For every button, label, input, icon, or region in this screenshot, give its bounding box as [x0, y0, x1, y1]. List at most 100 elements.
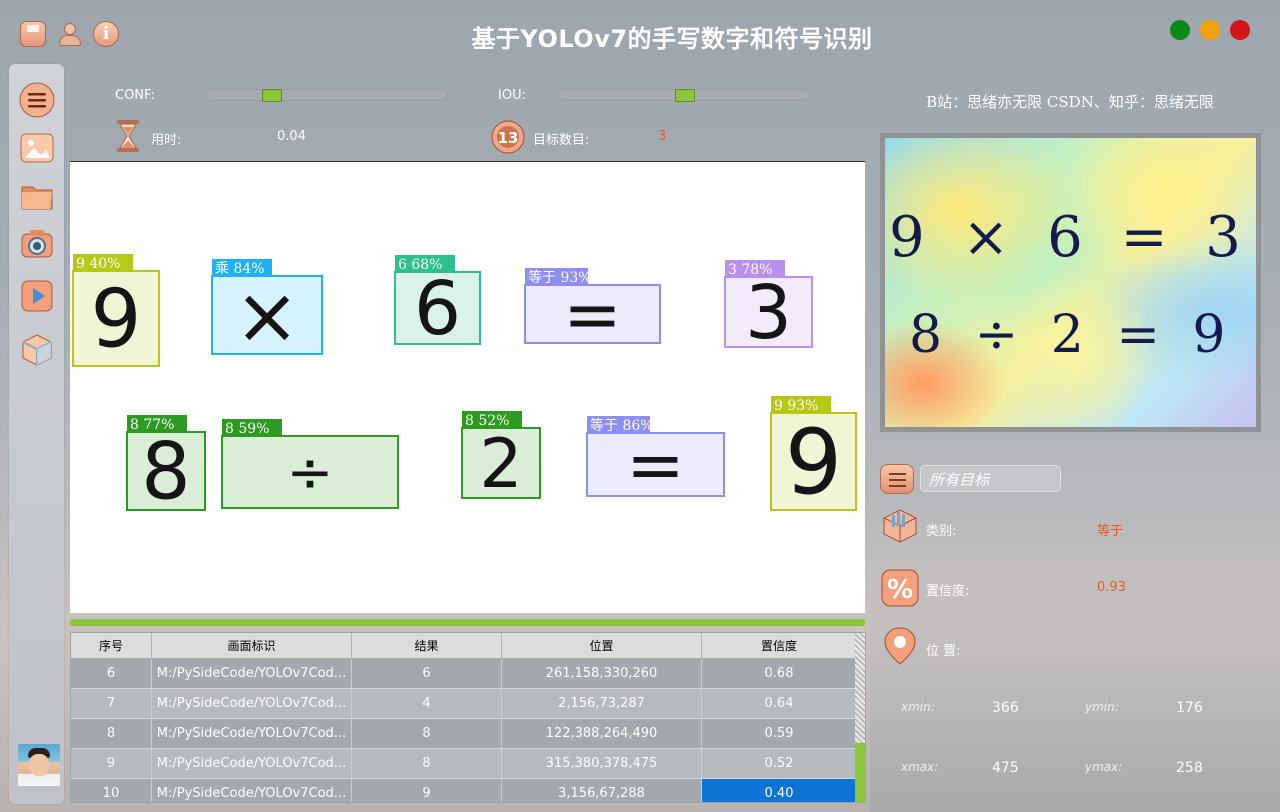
column-header[interactable]: 结果	[352, 633, 502, 658]
ymin-value: 176	[1176, 700, 1203, 716]
percent-icon: %	[880, 568, 920, 608]
conf-label: CONF:	[115, 88, 155, 103]
handwritten-symbol: 9	[91, 273, 142, 366]
table-cell[interactable]: 3,156,67,288	[502, 779, 702, 802]
detection-box: 等于 93%=	[524, 268, 661, 356]
position-label: 位 置:	[926, 644, 961, 659]
table-scrollbar[interactable]	[855, 633, 865, 802]
detection-box: 9 93%9	[770, 396, 857, 515]
handwritten-symbol: 6	[414, 266, 461, 352]
avatar[interactable]	[18, 744, 60, 786]
table-cell[interactable]: 122,388,264,490	[502, 719, 702, 748]
detection-box: 8 52%2	[461, 411, 541, 504]
author-credit: B站：思绪亦无限 CSDN、知乎：思绪无限	[926, 93, 1214, 111]
table-cell[interactable]: M:/PySideCode/YOLOv7Cod...	[152, 779, 352, 802]
table-row[interactable]: 10 M:/PySideCode/YOLOv7Cod... 9 3,156,67,28…	[71, 779, 857, 802]
table-cell[interactable]: 8	[352, 749, 502, 778]
heatmap-preview: 9 × 6 = 3 8 ÷ 2 = 9	[880, 133, 1261, 432]
column-header[interactable]: 序号	[71, 633, 152, 658]
handwritten-symbol: ×	[234, 271, 299, 361]
table-cell[interactable]: 0.59	[702, 719, 857, 748]
detection-box: 8 77%8	[126, 415, 206, 517]
detection-box: 3 78%3	[724, 260, 813, 356]
table-header: 序号 画面标识 结果 位置 置信度	[71, 633, 857, 659]
table-cell[interactable]: 7	[71, 689, 152, 718]
detection-box: 6 68%6	[394, 255, 481, 352]
results-table: 序号 画面标识 结果 位置 置信度 6 M:/PySideCode/YOLOv7C…	[70, 632, 866, 803]
scrollbar-thumb[interactable]	[855, 743, 865, 802]
handwritten-symbol: ÷	[287, 441, 334, 506]
table-cell[interactable]: 315,380,378,475	[502, 749, 702, 778]
category-label: 类别:	[926, 524, 957, 539]
xmax-label: xmax:	[901, 760, 939, 774]
table-cell[interactable]: 6	[352, 659, 502, 688]
minimize-button[interactable]	[1170, 20, 1190, 40]
table-cell[interactable]: 10	[71, 779, 152, 802]
table-cell[interactable]: 261,158,330,260	[502, 659, 702, 688]
heatmap-row-1: 9 × 6 = 3	[889, 205, 1251, 270]
table-cell[interactable]: M:/PySideCode/YOLOv7Cod...	[152, 659, 352, 688]
xmax-value: 475	[992, 760, 1019, 776]
handwritten-symbol: 2	[479, 425, 522, 504]
iou-label: IOU:	[498, 88, 526, 103]
table-cell[interactable]: 8	[352, 719, 502, 748]
time-label: 用时:	[151, 133, 182, 148]
table-cell[interactable]: M:/PySideCode/YOLOv7Cod...	[152, 689, 352, 718]
table-row[interactable]: 8 M:/PySideCode/YOLOv7Cod... 8 122,388,264,…	[71, 719, 857, 749]
image-icon[interactable]	[19, 130, 55, 166]
heatmap-svg: 9 × 6 = 3 8 ÷ 2 = 9	[889, 205, 1251, 365]
sidebar	[9, 64, 64, 804]
target-filter-select[interactable]: 所有目标	[920, 465, 1061, 492]
handwritten-symbol: 3	[745, 270, 792, 356]
heatmap-row-2: 8 ÷ 2 = 9	[909, 305, 1234, 365]
column-header[interactable]: 置信度	[702, 633, 857, 658]
close-button[interactable]	[1230, 20, 1250, 40]
detection-svg: 9 40%9乘 84%×6 68%6 等于 93%=3 78%38 77%8 8 5…	[72, 254, 857, 517]
count-value: 3	[658, 129, 667, 144]
iou-slider[interactable]	[558, 89, 810, 102]
handwritten-symbol: 9	[785, 410, 842, 515]
table-cell[interactable]: 9	[71, 749, 152, 778]
maximize-button[interactable]	[1200, 20, 1220, 40]
ymax-label: ymax:	[1085, 760, 1123, 774]
table-cell[interactable]: 0.40	[702, 779, 857, 802]
table-cell[interactable]: 0.52	[702, 749, 857, 778]
detection-box: 9 40%9	[72, 254, 160, 367]
table-cell[interactable]: M:/PySideCode/YOLOv7Cod...	[152, 749, 352, 778]
conf-slider[interactable]	[205, 89, 448, 102]
time-value: 0.04	[277, 129, 306, 144]
camera-icon[interactable]	[19, 226, 55, 262]
progress-bar	[70, 619, 865, 626]
column-header[interactable]: 画面标识	[152, 633, 352, 658]
filter-menu-icon[interactable]	[880, 464, 914, 494]
detection-box: 乘 84%×	[211, 259, 323, 361]
folder-icon[interactable]	[19, 178, 55, 214]
table-cell[interactable]: 4	[352, 689, 502, 718]
table-cell[interactable]: 0.68	[702, 659, 857, 688]
table-cell[interactable]: 0.64	[702, 689, 857, 718]
video-icon[interactable]	[19, 278, 55, 314]
table-cell[interactable]: 2,156,73,287	[502, 689, 702, 718]
column-header[interactable]: 位置	[502, 633, 702, 658]
category-value: 等于	[1097, 524, 1124, 539]
conf-slider-handle[interactable]	[262, 89, 282, 102]
iou-slider-handle[interactable]	[675, 89, 695, 102]
table-row[interactable]: 7 M:/PySideCode/YOLOv7Cod... 4 2,156,73,287…	[71, 689, 857, 719]
ymax-value: 258	[1176, 760, 1203, 776]
model-icon[interactable]	[19, 332, 55, 368]
table-cell[interactable]: 6	[71, 659, 152, 688]
handwritten-symbol: =	[626, 424, 685, 506]
table-row[interactable]: 9 M:/PySideCode/YOLOv7Cod... 8 315,380,378,…	[71, 749, 857, 779]
menu-icon[interactable]	[19, 82, 55, 118]
progress-fill	[70, 619, 865, 626]
table-cell[interactable]: 9	[352, 779, 502, 802]
table-row[interactable]: 6 M:/PySideCode/YOLOv7Cod... 6 261,158,330,…	[71, 659, 857, 689]
hourglass-icon	[114, 119, 142, 153]
table-cell[interactable]: M:/PySideCode/YOLOv7Cod...	[152, 719, 352, 748]
table-cell[interactable]: 8	[71, 719, 152, 748]
count-icon: 13	[490, 120, 526, 154]
title-bar: i 基于YOLOv7的手写数字和符号识别	[0, 0, 1280, 62]
location-pin-icon	[880, 626, 920, 666]
xmin-label: xmin:	[901, 700, 935, 714]
detection-box: 8 59% ÷	[221, 419, 399, 509]
